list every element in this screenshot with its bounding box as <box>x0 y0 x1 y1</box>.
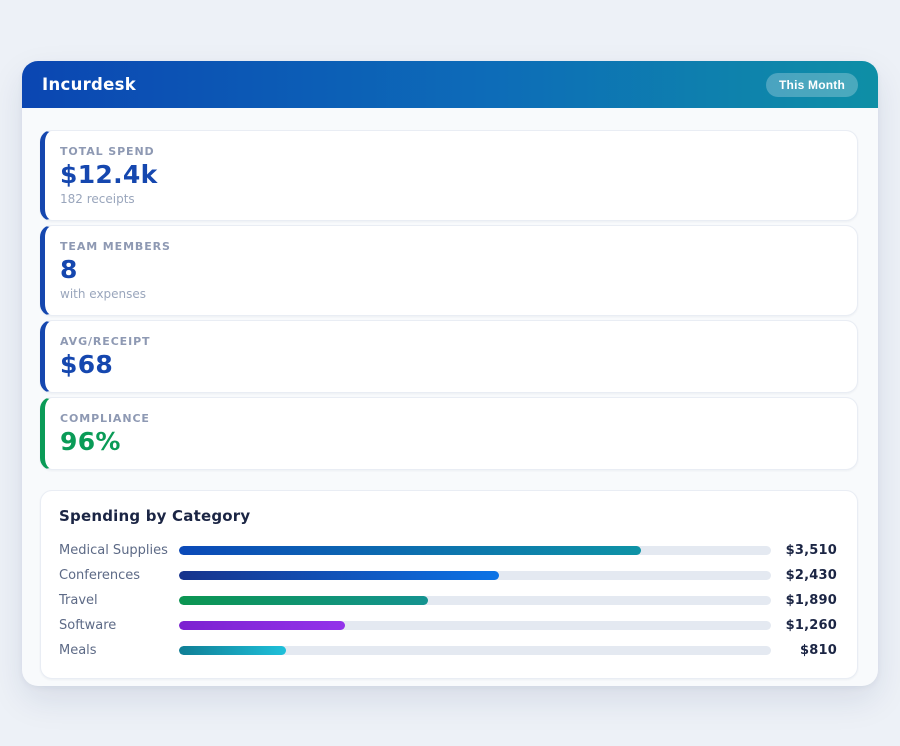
stat-label: TEAM MEMBERS <box>60 240 837 253</box>
app-title: Incurdesk <box>42 75 136 94</box>
category-label: Meals <box>59 643 179 658</box>
bar-track <box>179 621 771 630</box>
stat-card-compliance: COMPLIANCE 96% <box>40 397 858 470</box>
bar-track <box>179 596 771 605</box>
bar-fill-meals <box>179 646 286 655</box>
stat-value: $12.4k <box>60 161 837 188</box>
category-label: Travel <box>59 593 179 608</box>
stat-label: AVG/RECEIPT <box>60 335 837 348</box>
stat-label: COMPLIANCE <box>60 412 837 425</box>
category-value: $1,260 <box>771 618 837 633</box>
category-row-software: Software $1,260 <box>59 613 837 638</box>
bar-track <box>179 546 771 555</box>
bar-fill-travel <box>179 596 428 605</box>
category-value: $810 <box>771 643 837 658</box>
bar-track <box>179 571 771 580</box>
stats-stack: TOTAL SPEND $12.4k 182 receipts TEAM MEM… <box>40 130 858 470</box>
bar-fill-software <box>179 621 345 630</box>
bar-fill-conferences <box>179 571 499 580</box>
dashboard-body: TOTAL SPEND $12.4k 182 receipts TEAM MEM… <box>22 108 878 701</box>
stat-card-team-members: TEAM MEMBERS 8 with expenses <box>40 225 858 316</box>
stat-value: $68 <box>60 351 837 378</box>
stat-label: TOTAL SPEND <box>60 145 837 158</box>
category-row-travel: Travel $1,890 <box>59 588 837 613</box>
category-value: $1,890 <box>771 593 837 608</box>
category-row-medical-supplies: Medical Supplies $3,510 <box>59 538 837 563</box>
stat-value: 96% <box>60 428 837 455</box>
category-row-conferences: Conferences $2,430 <box>59 563 837 588</box>
bar-fill-medical-supplies <box>179 546 641 555</box>
category-value: $3,510 <box>771 543 837 558</box>
spending-by-category-card: Spending by Category Medical Supplies $3… <box>40 490 858 679</box>
bar-track <box>179 646 771 655</box>
period-badge[interactable]: This Month <box>766 73 858 97</box>
section-title: Spending by Category <box>59 507 837 525</box>
stat-card-total-spend: TOTAL SPEND $12.4k 182 receipts <box>40 130 858 221</box>
stat-card-avg-receipt: AVG/RECEIPT $68 <box>40 320 858 393</box>
category-label: Conferences <box>59 568 179 583</box>
category-label: Software <box>59 618 179 633</box>
app-header: Incurdesk This Month <box>22 61 878 108</box>
stat-sub: with expenses <box>60 287 837 301</box>
stat-sub: 182 receipts <box>60 192 837 206</box>
dashboard-panel: Incurdesk This Month TOTAL SPEND $12.4k … <box>22 61 878 686</box>
stat-value: 8 <box>60 256 837 283</box>
category-label: Medical Supplies <box>59 543 179 558</box>
category-row-meals: Meals $810 <box>59 638 837 663</box>
category-value: $2,430 <box>771 568 837 583</box>
